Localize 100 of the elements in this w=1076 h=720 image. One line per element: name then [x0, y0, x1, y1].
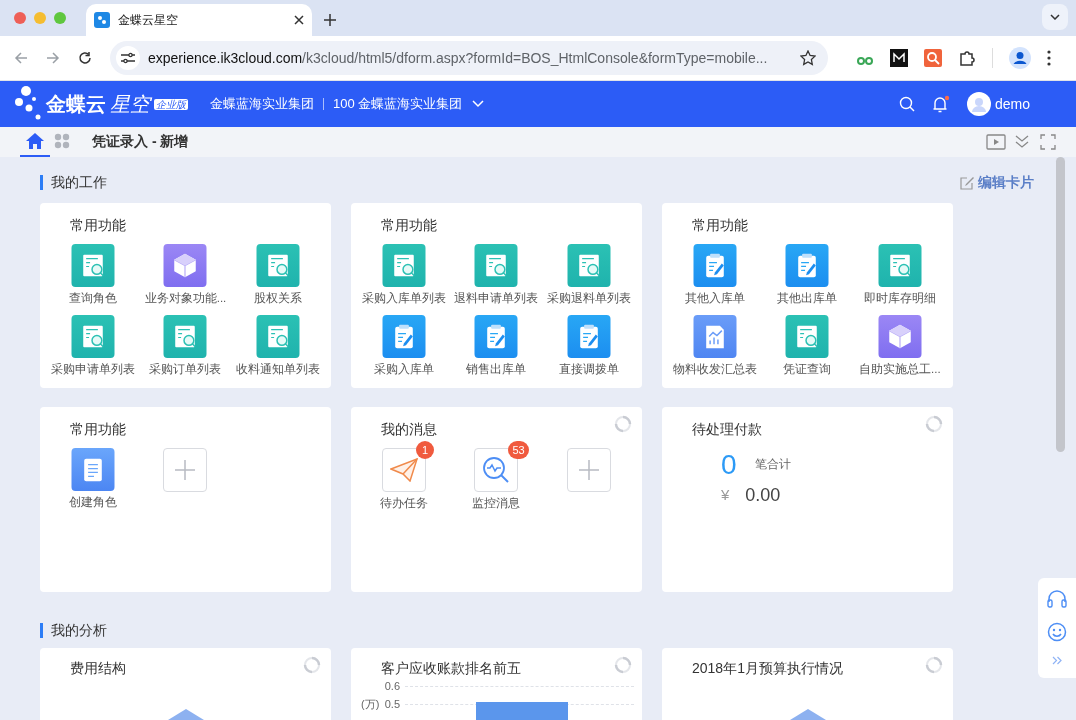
card-title: 常用功能: [70, 420, 126, 439]
user-name[interactable]: demo: [994, 93, 1030, 115]
edition-badge: 企业版: [154, 98, 188, 110]
browser-tab[interactable]: 金蝶云星空: [86, 4, 312, 36]
clipboard-edit-icon: [474, 315, 519, 358]
plus-icon: [577, 459, 600, 481]
double-chevron-right-icon[interactable]: [1052, 656, 1062, 665]
axis-unit-label: (万): [361, 698, 380, 710]
headset-icon[interactable]: [1047, 590, 1067, 608]
document-search-icon: [71, 244, 116, 287]
clipboard-edit-icon: [382, 315, 427, 358]
card-title: 待处理付款: [692, 420, 762, 439]
back-icon[interactable]: [14, 51, 28, 65]
double-chevron-down-icon[interactable]: [1014, 134, 1030, 150]
document-search-icon: [71, 315, 116, 358]
address-bar[interactable]: experience.ik3cloud.com/k3cloud/html5/dform.aspx?formId=BOS_HtmlConsole&formType=mobile...: [110, 41, 828, 75]
forward-icon[interactable]: [46, 51, 60, 65]
function-label[interactable]: 采购订单列表: [149, 361, 222, 377]
function-label[interactable]: 采购退料单列表: [546, 290, 631, 306]
card-title: 2018年1月预算执行情况: [692, 659, 843, 678]
add-button[interactable]: [163, 448, 208, 492]
document-search-icon: [877, 244, 922, 287]
function-label[interactable]: 收料通知单列表: [235, 361, 320, 377]
function-label[interactable]: 即时库存明细: [863, 290, 936, 306]
menu-icon[interactable]: [1047, 50, 1051, 66]
add-button[interactable]: [566, 448, 611, 492]
site-settings-icon[interactable]: [121, 52, 135, 64]
document-search-icon: [382, 244, 427, 287]
cube-icon: [163, 244, 208, 287]
app-favicon-icon: [94, 12, 110, 28]
close-window-icon[interactable]: [14, 12, 26, 24]
document-search-icon: [163, 315, 208, 358]
page-tab[interactable]: 凭证录入 - 新增: [92, 127, 189, 157]
chevron-down-icon: [1050, 14, 1060, 20]
function-label[interactable]: 采购入库单: [374, 361, 435, 377]
tab-title: 金蝶云星空: [118, 12, 179, 29]
payment-count: 0: [721, 448, 737, 482]
function-label[interactable]: 采购入库单列表: [362, 290, 447, 306]
clipboard-edit-icon: [566, 315, 611, 358]
chevron-down-icon[interactable]: [472, 100, 485, 108]
card-title: 常用功能: [381, 216, 437, 235]
document-search-icon: [255, 244, 300, 287]
organization-selector[interactable]: 100 金蝶蓝海实业集团: [333, 94, 463, 114]
brand-product: 星空: [110, 92, 150, 117]
function-label[interactable]: 查询角色: [69, 290, 118, 306]
scrollbar-thumb[interactable]: [1056, 157, 1065, 452]
function-label[interactable]: 股权关系: [253, 290, 302, 306]
tab-list-button[interactable]: [1042, 4, 1068, 30]
function-label[interactable]: 采购申请单列表: [51, 361, 136, 377]
fullscreen-icon[interactable]: [1040, 134, 1056, 150]
url-text: experience.ik3cloud.com/k3cloud/html5/dform.aspx?formId=BOS_HtmlConsole&formType=mobile...: [148, 48, 769, 68]
profile-icon[interactable]: [1009, 47, 1031, 69]
bookmark-star-icon[interactable]: [800, 50, 816, 66]
section-title: 我的工作: [40, 174, 107, 190]
maximize-window-icon[interactable]: [54, 12, 66, 24]
count-badge: 1: [416, 441, 435, 459]
function-label[interactable]: 其他出库单: [777, 290, 838, 306]
organization-name[interactable]: 金蝶蓝海实业集团: [210, 94, 314, 114]
document-search-icon: [474, 244, 519, 287]
function-label[interactable]: 创建角色: [69, 494, 118, 510]
puzzle-icon[interactable]: [958, 49, 976, 67]
function-label[interactable]: 其他入库单: [685, 290, 746, 306]
pie-chart-drawing: [168, 706, 204, 720]
message-label[interactable]: 监控消息: [472, 495, 521, 513]
reload-icon[interactable]: [78, 51, 92, 65]
cube-icon: [877, 315, 922, 358]
report-chart-icon: [693, 315, 738, 358]
function-label[interactable]: 直接调拨单: [558, 361, 619, 377]
close-icon[interactable]: [294, 15, 304, 25]
function-label[interactable]: 自助实施总工...: [859, 361, 941, 377]
function-label[interactable]: 物料收发汇总表: [673, 361, 758, 377]
document-search-icon: [785, 315, 830, 358]
scroll-document-icon: [71, 448, 116, 491]
function-label[interactable]: 凭证查询: [783, 361, 832, 377]
count-badge: 53: [508, 441, 529, 459]
home-icon: [26, 133, 44, 149]
new-tab-icon[interactable]: [324, 14, 336, 26]
payment-amount: 0.00: [745, 484, 781, 507]
play-icon[interactable]: [986, 134, 1006, 150]
tick-label: 0.5: [384, 698, 400, 710]
extension-icon[interactable]: [890, 49, 908, 67]
edit-icon: [960, 174, 975, 190]
smiley-icon[interactable]: [1047, 622, 1067, 642]
document-search-icon: [566, 244, 611, 287]
card-title: 费用结构: [70, 659, 126, 678]
card-title: 客户应收账款排名前五: [381, 659, 521, 678]
search-icon[interactable]: [898, 96, 915, 112]
grid-icon: [54, 133, 70, 149]
card-title: 常用功能: [692, 216, 748, 235]
plus-icon: [174, 459, 197, 481]
function-label[interactable]: 业务对象功能...: [144, 290, 227, 306]
function-label[interactable]: 退料申请单列表: [454, 290, 539, 306]
clipboard-edit-icon: [693, 244, 738, 287]
document-search-icon: [255, 315, 300, 358]
brand-name: 金蝶云: [46, 92, 106, 117]
user-avatar-icon[interactable]: [966, 92, 991, 116]
function-label[interactable]: 销售出库单: [466, 361, 527, 377]
monitor-search-icon: [482, 456, 511, 484]
message-label[interactable]: 待办任务: [380, 495, 429, 513]
paper-plane-icon: [390, 458, 419, 482]
